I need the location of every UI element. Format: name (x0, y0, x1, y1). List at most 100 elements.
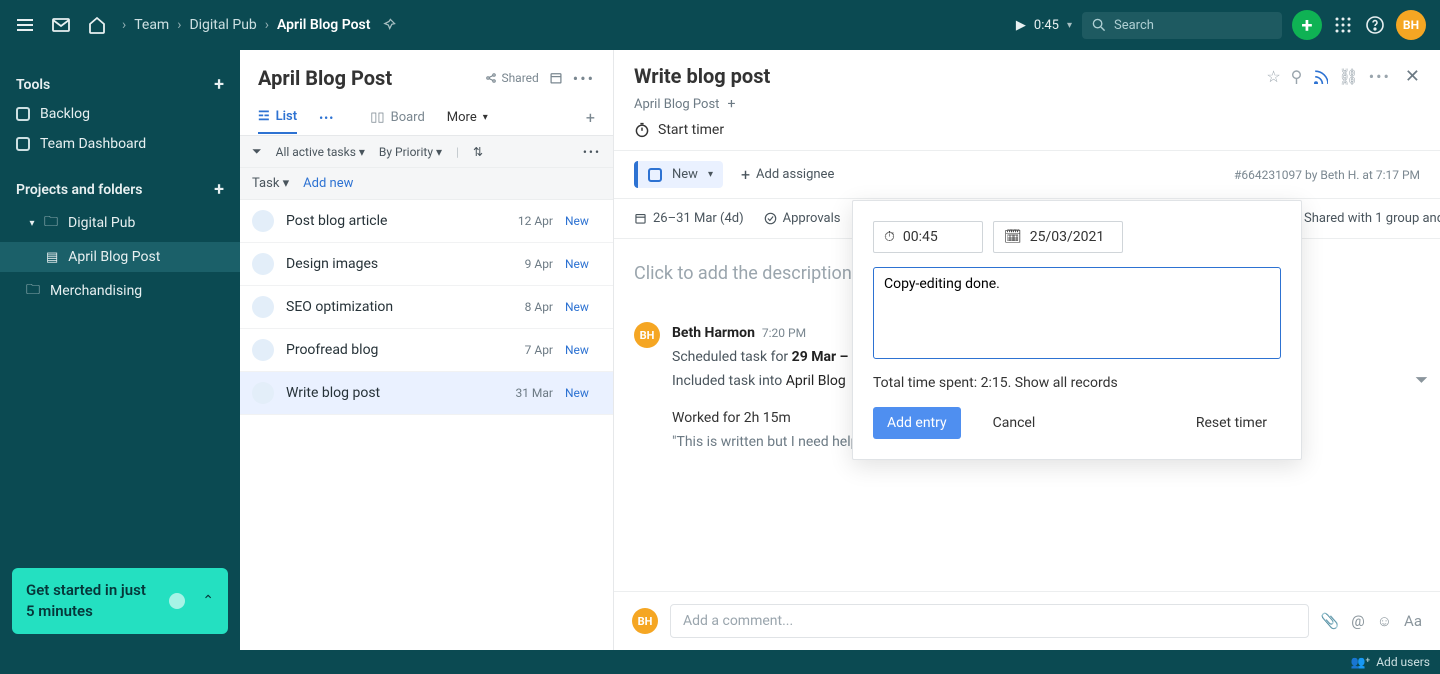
add-folder-icon[interactable]: + (727, 96, 735, 112)
add-users-button[interactable]: Add users (1376, 655, 1430, 669)
filter-active[interactable]: All active tasks ▾ (276, 145, 365, 159)
task-list: Post blog article12 AprNewDesign images9… (240, 200, 613, 650)
assignee-avatar (252, 382, 274, 404)
doc-icon: ▤ (46, 250, 58, 265)
status-selector[interactable]: New ▾ (634, 161, 723, 188)
get-started-banner[interactable]: Get started in just 5 minutes ⌃ (12, 568, 228, 634)
activity-time: 7:20 PM (762, 326, 806, 340)
format-icon[interactable]: Aa (1404, 612, 1422, 630)
topbar-timer[interactable]: ▶ 0:45 ▾ (1016, 18, 1072, 33)
layout-icon (16, 107, 30, 121)
assignee-avatar (252, 210, 274, 232)
chevron-down-icon: ▾ (708, 169, 713, 180)
task-title[interactable]: Write blog post (634, 64, 1256, 88)
start-timer-button[interactable]: Start timer (658, 122, 724, 138)
more-icon[interactable]: ••• (573, 69, 595, 88)
task-row[interactable]: SEO optimization8 AprNew (240, 286, 613, 329)
topbar: › Team › Digital Pub › April Blog Post ▶… (0, 0, 1440, 50)
sidebar-item-merch[interactable]: 🗀Merchandising (0, 272, 240, 310)
filter-icon[interactable]: ⏷ (252, 144, 262, 159)
attach-icon[interactable]: 📎 (1321, 612, 1340, 630)
mail-icon[interactable] (50, 14, 72, 36)
search-input[interactable]: Search (1082, 12, 1282, 39)
link-icon[interactable]: ⛓ (1338, 67, 1358, 86)
show-all-records[interactable]: Show all records (1015, 375, 1118, 391)
tab-list[interactable]: ☲List (258, 101, 297, 134)
reset-timer-button[interactable]: Reset timer (1182, 407, 1281, 439)
time-entry-popover: ⏱00:45 🗓25/03/2021 Total time spent: 2:1… (852, 200, 1302, 460)
calendar-icon[interactable] (549, 71, 563, 85)
sort-icon[interactable]: ⇅ (473, 145, 483, 159)
search-icon (1092, 18, 1106, 32)
comment-input[interactable]: Add a comment... (670, 604, 1309, 638)
add-entry-button[interactable]: Add entry (873, 407, 961, 439)
date-range[interactable]: 26–31 Mar (4d) (634, 211, 744, 226)
topbar-left: › Team › Digital Pub › April Blog Post (14, 14, 400, 36)
timer-value: 0:45 (1034, 18, 1059, 33)
tab-board[interactable]: ▯▯Board (370, 102, 425, 133)
task-name: Write blog post (286, 385, 495, 401)
progress-dot (169, 593, 185, 609)
shared-with[interactable]: ⠪ Shared with 1 group and 1 person (1288, 211, 1440, 226)
add-assignee-button[interactable]: +Add assignee (741, 165, 834, 184)
chevron-down-icon: ▾ (26, 217, 38, 229)
task-status: New (565, 386, 601, 400)
task-row[interactable]: Design images9 AprNew (240, 243, 613, 286)
approvals-button[interactable]: Approvals (764, 211, 841, 226)
task-row[interactable]: Post blog article12 AprNew (240, 200, 613, 243)
task-row[interactable]: Proofread blog7 AprNew (240, 329, 613, 372)
sidebar-item-april-blog[interactable]: ▤April Blog Post (0, 242, 240, 272)
task-status: New (565, 214, 601, 228)
add-tool-icon[interactable]: + (214, 74, 224, 95)
user-avatar[interactable]: BH (1396, 10, 1426, 40)
breadcrumb-current[interactable]: April Blog Post (277, 17, 370, 33)
note-input[interactable] (873, 267, 1281, 359)
chevron-up-icon: ⌃ (202, 593, 214, 609)
emoji-icon[interactable]: ☺ (1377, 612, 1392, 630)
task-col-header[interactable]: Task ▾ (252, 176, 289, 191)
home-icon[interactable] (86, 14, 108, 36)
add-tab-icon[interactable]: + (586, 100, 595, 135)
breadcrumb-digitalpub[interactable]: Digital Pub (189, 17, 256, 33)
comment-bar: BH Add a comment... 📎 @ ☺ Aa (614, 591, 1440, 650)
layout-icon (16, 137, 30, 151)
add-project-icon[interactable]: + (214, 179, 224, 200)
tab-list-menu[interactable]: ••• (319, 111, 334, 125)
add-new-task[interactable]: Add new (303, 176, 353, 191)
add-users-icon[interactable]: 👥⁺ (1350, 655, 1370, 669)
sidebar-item-dashboard[interactable]: Team Dashboard (0, 129, 240, 159)
mention-icon[interactable]: @ (1351, 612, 1364, 630)
time-input[interactable]: ⏱00:45 (873, 221, 983, 253)
rss-icon[interactable] (1312, 68, 1328, 84)
projects-label: Projects and folders (16, 182, 142, 198)
chevron-down-icon: ▾ (483, 112, 488, 123)
detail-breadcrumb[interactable]: April Blog Post (634, 97, 719, 112)
star-icon[interactable]: ☆ (1266, 67, 1280, 86)
pin-icon[interactable] (378, 14, 400, 36)
sidebar: Tools + Backlog Team Dashboard Projects … (0, 50, 240, 650)
sidebar-item-label: Merchandising (50, 283, 142, 299)
breadcrumb-team[interactable]: Team (134, 17, 169, 33)
sidebar-item-digitalpub[interactable]: ▾🗀Digital Pub (0, 204, 240, 242)
shared-indicator[interactable]: Shared (485, 71, 538, 85)
pin-icon[interactable]: ⚲ (1291, 67, 1303, 86)
filter-sort[interactable]: By Priority ▾ (379, 145, 442, 159)
help-icon[interactable] (1364, 14, 1386, 36)
sidebar-item-backlog[interactable]: Backlog (0, 99, 240, 129)
filter-more-icon[interactable]: ••• (583, 145, 601, 159)
activity-avatar: BH (634, 322, 660, 348)
task-date: 7 Apr (507, 343, 553, 357)
menu-icon[interactable] (14, 14, 36, 36)
chevron-down-icon: ▾ (1067, 20, 1072, 31)
close-icon[interactable]: ✕ (1405, 66, 1420, 87)
activity-filter-icon[interactable]: ⏷ (1415, 370, 1428, 390)
date-input[interactable]: 🗓25/03/2021 (993, 221, 1123, 253)
apps-icon[interactable] (1332, 14, 1354, 36)
tab-more[interactable]: More▾ (447, 102, 488, 133)
cancel-button[interactable]: Cancel (979, 407, 1050, 439)
folder-icon: 🗀 (44, 211, 58, 235)
task-date: 31 Mar (507, 386, 553, 400)
add-button[interactable]: + (1292, 10, 1322, 40)
task-row[interactable]: Write blog post 31 Mar New (240, 372, 613, 415)
more-icon[interactable]: ••• (1369, 67, 1391, 86)
